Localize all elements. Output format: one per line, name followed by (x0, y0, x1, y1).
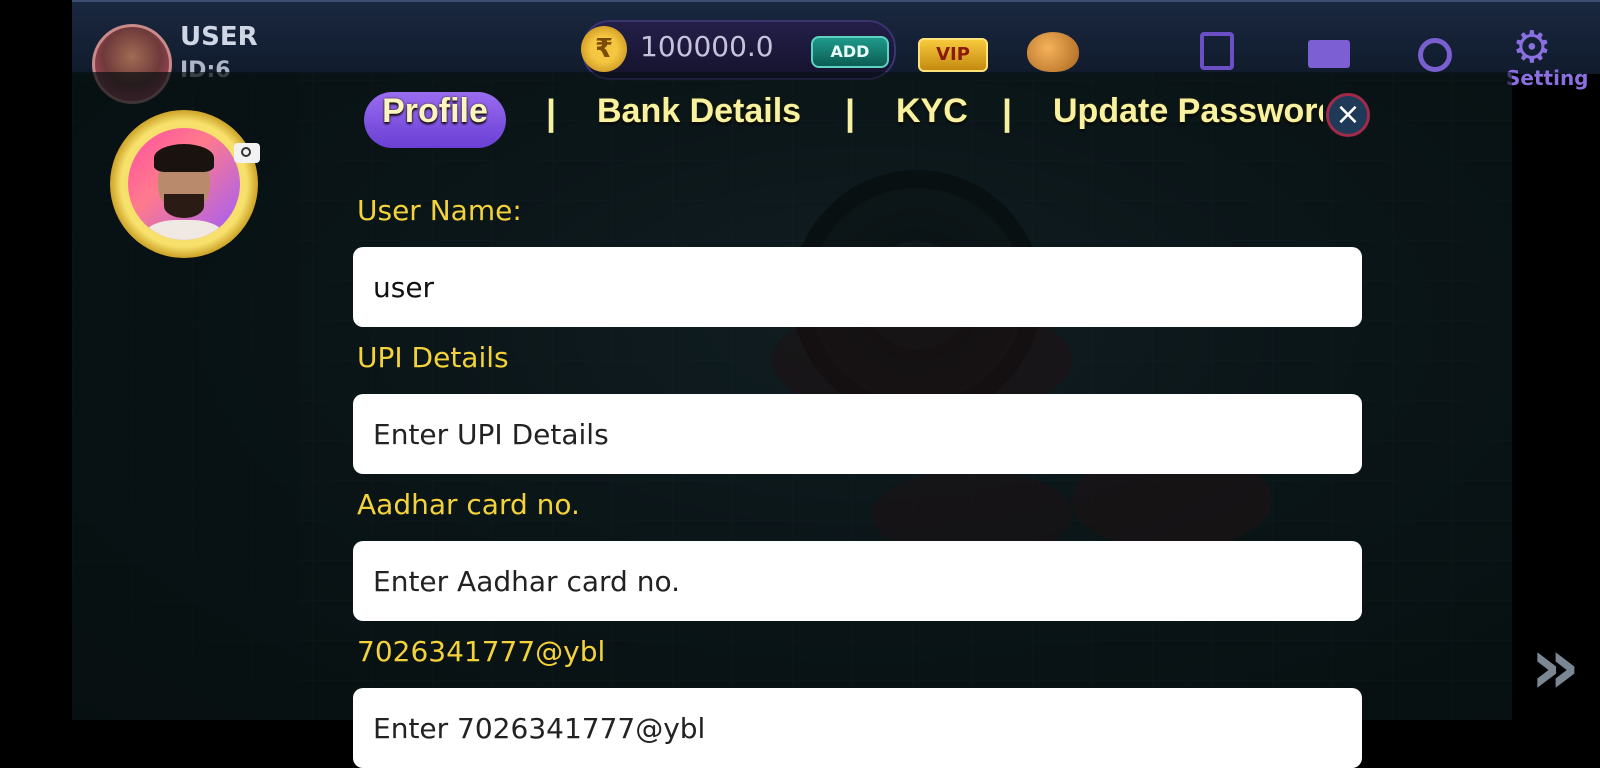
profile-avatar[interactable] (110, 110, 258, 258)
tab-separator: | (1002, 92, 1013, 133)
tab-separator: | (845, 92, 856, 133)
username-label: User Name: (357, 194, 522, 227)
tab-profile[interactable]: Profile (364, 92, 506, 148)
avatar-beard (164, 194, 204, 218)
support-headset-icon[interactable] (1418, 38, 1452, 72)
tab-bank-details[interactable]: Bank Details (597, 92, 801, 148)
mail-icon[interactable] (1308, 40, 1350, 68)
scroll-icon[interactable] (1200, 32, 1234, 70)
tab-update-password[interactable]: Update Password (1053, 92, 1323, 148)
top-username: USER (180, 22, 258, 52)
username-input[interactable] (353, 247, 1362, 327)
upi-label: UPI Details (357, 341, 509, 374)
tab-kyc[interactable]: KYC (896, 92, 968, 148)
top-bar: USER ID:6 ₹ 100000.0 ADD VIP ⚙ Setting (72, 0, 1600, 104)
piggy-bank-icon[interactable] (1027, 32, 1079, 72)
avatar-shirt (144, 220, 224, 240)
tab-separator: | (546, 92, 557, 133)
gear-icon[interactable]: ⚙ (1512, 26, 1551, 70)
vip-button[interactable]: VIP (918, 38, 988, 72)
vpa-input[interactable] (353, 688, 1362, 768)
add-funds-button[interactable]: ADD (811, 36, 889, 68)
avatar-photo (128, 128, 240, 240)
close-icon: × (1335, 97, 1361, 132)
next-arrow-icon[interactable]: » (1530, 622, 1581, 712)
close-button[interactable]: × (1326, 93, 1370, 137)
aadhar-label: Aadhar card no. (357, 488, 580, 521)
setting-label[interactable]: Setting (1506, 66, 1589, 90)
upi-input[interactable] (353, 394, 1362, 474)
aadhar-input[interactable] (353, 541, 1362, 621)
camera-icon[interactable] (234, 143, 260, 163)
avatar-hair (154, 144, 214, 172)
balance-amount: 100000.0 (640, 30, 774, 63)
rupee-coin-icon: ₹ (581, 26, 627, 72)
vpa-label: 7026341777@ybl (357, 635, 606, 668)
